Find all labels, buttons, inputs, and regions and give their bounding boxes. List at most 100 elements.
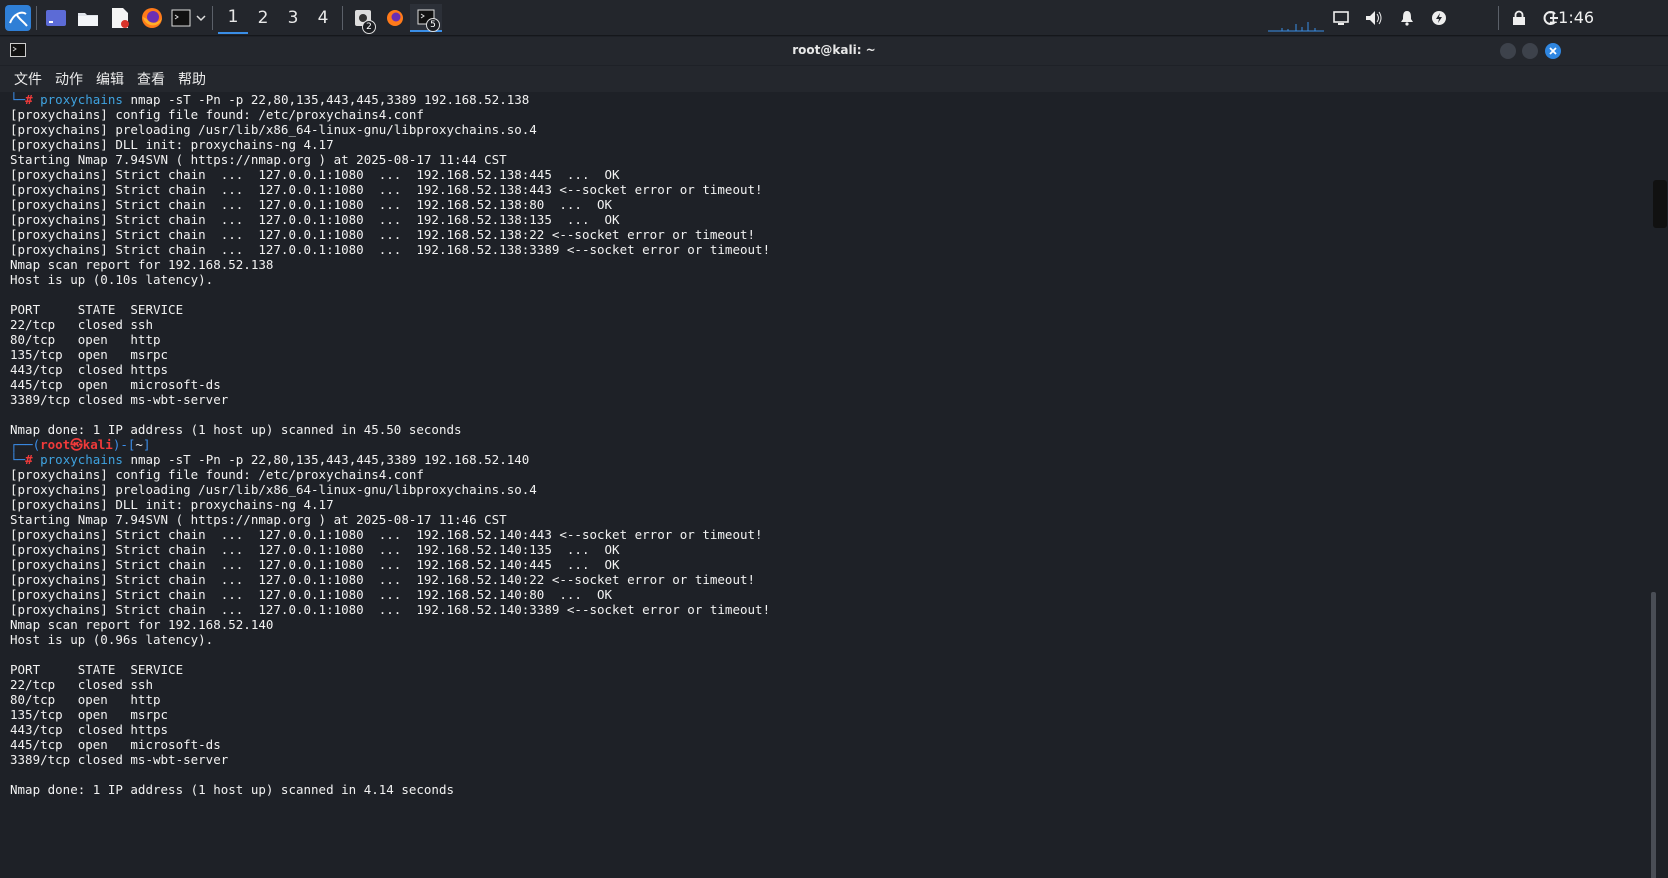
terminal-line: 80/tcp open http	[10, 692, 161, 707]
terminal-line: [proxychains] preloading /usr/lib/x86_64…	[10, 122, 537, 137]
terminal-line: └─# proxychains nmap -sT -Pn -p 22,80,13…	[10, 452, 770, 467]
chevron-down-icon[interactable]	[194, 4, 208, 32]
menu-help[interactable]: 帮助	[178, 69, 206, 89]
prompt-user-host: root㉿kali	[40, 437, 113, 452]
terminal-line: 443/tcp closed https	[10, 362, 169, 377]
terminal-line: [proxychains] Strict chain ... 127.0.0.1…	[10, 167, 620, 182]
window-titlebar[interactable]: root@kali: ~	[0, 37, 1668, 65]
task-terminal-icon[interactable]: 5	[410, 4, 442, 32]
terminal-line: Starting Nmap 7.94SVN ( https://nmap.org…	[10, 512, 507, 527]
logout-icon[interactable]	[1540, 4, 1562, 32]
lock-screen-icon[interactable]	[1508, 4, 1530, 32]
prompt-corner: └─	[10, 92, 26, 107]
terminal-line: [proxychains] Strict chain ... 127.0.0.1…	[10, 182, 763, 197]
terminal-line: [proxychains] Strict chain ... 127.0.0.1…	[10, 242, 771, 257]
minimize-button[interactable]	[1500, 43, 1516, 59]
terminal-line: [proxychains] DLL init: proxychains-ng 4…	[10, 497, 334, 512]
terminal-line: Host is up (0.10s latency).	[10, 272, 214, 287]
task-settings-icon[interactable]: 2	[352, 4, 376, 34]
workspace-1[interactable]: 1	[218, 2, 248, 34]
command-name: proxychains	[40, 452, 123, 467]
terminal-line: Host is up (0.96s latency).	[10, 632, 214, 647]
kali-menu-icon[interactable]	[4, 4, 32, 32]
prompt-frame: )-[	[112, 437, 136, 452]
terminal-line: 22/tcp closed ssh	[10, 677, 153, 692]
scroll-indicator	[1653, 180, 1667, 228]
volume-icon[interactable]	[1363, 4, 1385, 32]
root-prompt-symbol: #	[25, 92, 33, 107]
terminal-line: Nmap done: 1 IP address (1 host up) scan…	[10, 782, 455, 797]
terminal-output: └─# proxychains nmap -sT -Pn -p 22,80,13…	[10, 92, 770, 797]
terminal-line: [proxychains] Strict chain ... 127.0.0.1…	[10, 197, 613, 212]
task-count-badge: 5	[426, 18, 440, 32]
terminal-line: [proxychains] config file found: /etc/pr…	[10, 467, 424, 482]
terminal-line: Nmap done: 1 IP address (1 host up) scan…	[10, 422, 462, 437]
task-count-badge: 2	[362, 20, 376, 34]
close-button[interactable]	[1545, 43, 1561, 59]
terminal-line: 445/tcp open microsoft-ds	[10, 737, 221, 752]
command-args: nmap -sT -Pn -p 22,80,135,443,445,3389 1…	[122, 92, 530, 107]
display-icon[interactable]	[1330, 4, 1352, 32]
terminal-line: Nmap scan report for 192.168.52.138	[10, 257, 274, 272]
command-name: proxychains	[40, 92, 123, 107]
terminal-line: 135/tcp open msrpc	[10, 707, 169, 722]
menu-actions[interactable]: 动作	[55, 69, 83, 89]
top-panel: 1 2 3 4 2 5 11:46	[0, 0, 1668, 36]
terminal-line: └─# proxychains nmap -sT -Pn -p 22,80,13…	[10, 92, 770, 107]
menu-file[interactable]: 文件	[14, 69, 42, 89]
prompt-corner: └─	[10, 452, 26, 467]
terminal-line: 3389/tcp closed ms-wbt-server	[10, 752, 229, 767]
menu-edit[interactable]: 编辑	[96, 69, 124, 89]
terminal-output-area[interactable]: └─# proxychains nmap -sT -Pn -p 22,80,13…	[0, 92, 1668, 878]
command-args: nmap -sT -Pn -p 22,80,135,443,445,3389 1…	[122, 452, 530, 467]
close-icon	[1549, 47, 1557, 55]
window-title: root@kali: ~	[792, 43, 876, 57]
workspace-4[interactable]: 4	[308, 2, 338, 34]
workspace-2[interactable]: 2	[248, 2, 278, 34]
terminal-line: [proxychains] Strict chain ... 127.0.0.1…	[10, 542, 620, 557]
terminal-launcher-icon[interactable]	[170, 4, 192, 32]
workspace-3[interactable]: 3	[278, 2, 308, 34]
terminal-line: 3389/tcp closed ms-wbt-server	[10, 392, 229, 407]
terminal-line: Nmap scan report for 192.168.52.140	[10, 617, 274, 632]
terminal-line: PORT STATE SERVICE	[10, 302, 184, 317]
terminal-line: [proxychains] Strict chain ... 127.0.0.1…	[10, 602, 771, 617]
menu-view[interactable]: 查看	[137, 69, 165, 89]
firefox-icon[interactable]	[140, 4, 164, 32]
terminal-line: [proxychains] Strict chain ... 127.0.0.1…	[10, 227, 756, 242]
panel-separator	[342, 6, 343, 30]
show-desktop-icon[interactable]	[44, 4, 68, 32]
terminal-line: 445/tcp open microsoft-ds	[10, 377, 221, 392]
maximize-button[interactable]	[1522, 43, 1538, 59]
prompt-directory: ~	[135, 437, 143, 452]
panel-separator	[36, 6, 37, 30]
file-manager-icon[interactable]	[76, 4, 100, 32]
terminal-line: [proxychains] preloading /usr/lib/x86_64…	[10, 482, 537, 497]
terminal-line: Starting Nmap 7.94SVN ( https://nmap.org…	[10, 152, 507, 167]
terminal-line: [proxychains] Strict chain ... 127.0.0.1…	[10, 587, 613, 602]
terminal-line: [proxychains] DLL init: proxychains-ng 4…	[10, 137, 334, 152]
notification-bell-icon[interactable]	[1396, 4, 1418, 32]
scrollbar-thumb[interactable]	[1651, 592, 1656, 878]
terminal-line: PORT STATE SERVICE	[10, 662, 184, 677]
text-editor-icon[interactable]	[108, 4, 132, 32]
terminal-line: 135/tcp open msrpc	[10, 347, 169, 362]
terminal-line: [proxychains] Strict chain ... 127.0.0.1…	[10, 572, 756, 587]
terminal-line: [proxychains] Strict chain ... 127.0.0.1…	[10, 527, 763, 542]
task-firefox-icon[interactable]	[384, 4, 406, 32]
terminal-line: 80/tcp open http	[10, 332, 161, 347]
terminal-line: [proxychains] Strict chain ... 127.0.0.1…	[10, 212, 620, 227]
prompt-frame: ┌──(	[10, 437, 41, 452]
terminal-line: 22/tcp closed ssh	[10, 317, 153, 332]
cpu-graph-icon	[1268, 22, 1324, 32]
menu-bar: 文件 动作 编辑 查看 帮助	[0, 66, 1668, 92]
power-manager-icon[interactable]	[1428, 4, 1450, 32]
terminal-line: 443/tcp closed https	[10, 722, 169, 737]
root-prompt-symbol: #	[25, 452, 33, 467]
terminal-line: ┌──(root㉿kali)-[~]	[10, 437, 770, 452]
